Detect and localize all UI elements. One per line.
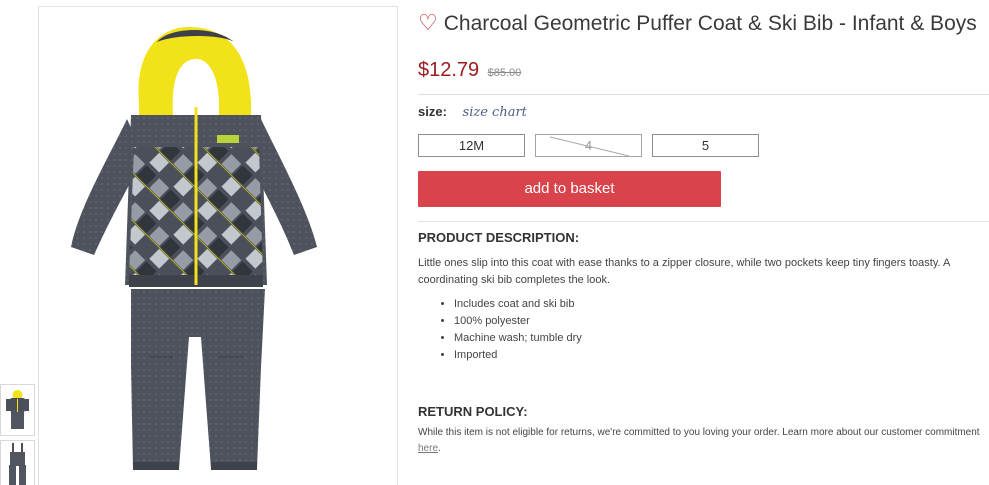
heart-outline-icon[interactable]: ♡: [418, 10, 438, 35]
size-options: 12M 4 5: [418, 134, 989, 157]
feature-list: Includes coat and ski bib 100% polyester…: [418, 296, 989, 364]
strikethrough-icon: [549, 136, 630, 156]
product-info: ♡ Charcoal Geometric Puffer Coat & Ski Bi…: [418, 0, 989, 457]
return-policy-heading: RETURN POLICY:: [418, 404, 528, 419]
original-price: $85.00: [487, 67, 522, 79]
list-item: Imported: [454, 347, 989, 364]
product-description-heading: PRODUCT DESCRIPTION:: [418, 230, 580, 245]
price-row: $12.79 $85.00: [418, 59, 989, 85]
size-option-12m[interactable]: 12M: [418, 134, 525, 157]
thumbnail-front[interactable]: [0, 384, 35, 436]
size-option-4-unavailable[interactable]: 4: [535, 134, 642, 157]
return-policy-link[interactable]: here: [418, 443, 438, 454]
size-chart-link[interactable]: size chart: [463, 105, 527, 120]
thumbnail-strip: [0, 384, 36, 485]
divider: [418, 94, 989, 95]
return-policy-text: While this item is not eligible for retu…: [418, 425, 989, 457]
product-description-text: Little ones slip into this coat with eas…: [418, 257, 950, 286]
list-item: Machine wash; tumble dry: [454, 330, 989, 347]
product-title: Charcoal Geometric Puffer Coat & Ski Bib…: [443, 12, 977, 35]
add-to-basket-button[interactable]: add to basket: [418, 171, 721, 207]
list-item: 100% polyester: [454, 313, 989, 330]
size-row: size: size chart: [418, 104, 989, 122]
thumbnail-bib[interactable]: [0, 440, 35, 485]
product-title-heading: ♡ Charcoal Geometric Puffer Coat & Ski Bi…: [418, 9, 989, 37]
sale-price: $12.79: [418, 59, 480, 81]
list-item: Includes coat and ski bib: [454, 296, 989, 313]
size-label: size:: [418, 104, 447, 119]
return-policy-suffix: .: [438, 443, 441, 454]
product-image: [38, 6, 398, 485]
size-option-5[interactable]: 5: [652, 134, 759, 157]
return-policy-body: While this item is not eligible for retu…: [418, 427, 980, 438]
divider: [418, 221, 989, 222]
